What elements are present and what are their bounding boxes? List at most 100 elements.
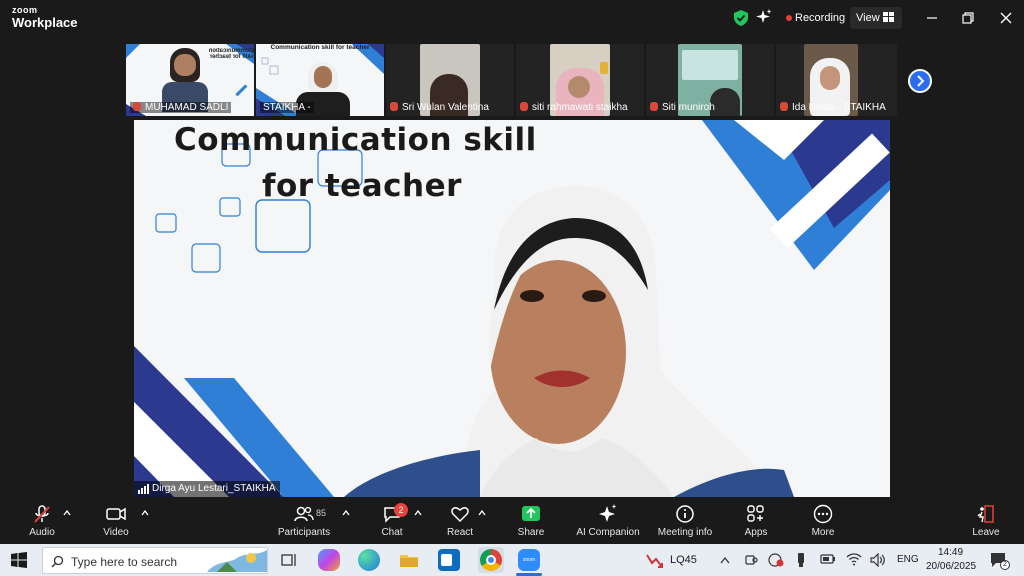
clock-date[interactable]: 20/06/2025 xyxy=(926,561,976,572)
participant-face xyxy=(314,66,332,88)
participants-count: 85 xyxy=(316,508,327,518)
audio-button[interactable]: Audio xyxy=(24,500,60,538)
participant-name: MUHAMAD SADLI xyxy=(145,102,229,113)
react-button[interactable]: React xyxy=(441,500,479,538)
edge-browser-icon[interactable] xyxy=(358,549,380,571)
leave-label: Leave xyxy=(972,527,1000,538)
active-speaker-name: Dirga Ayu Lestari_STAIKHA xyxy=(152,483,276,494)
muted-mic-icon xyxy=(650,102,658,111)
meet-now-icon[interactable] xyxy=(744,553,758,567)
volume-icon[interactable] xyxy=(870,553,886,567)
next-page-button[interactable] xyxy=(908,69,932,93)
close-icon[interactable] xyxy=(996,8,1016,28)
zoom-app-icon[interactable]: zoom xyxy=(518,549,540,571)
title-bar: zoom Workplace Recording View xyxy=(0,0,1024,36)
background-window xyxy=(682,50,738,80)
react-label: React xyxy=(446,527,474,538)
audio-label: Audio xyxy=(29,527,55,538)
clock-time[interactable]: 14:49 xyxy=(938,547,963,558)
participant-name: Ida Nudia - STAIKHA xyxy=(792,102,886,113)
recording-dot-icon xyxy=(786,15,792,21)
outlook-icon[interactable] xyxy=(438,549,460,571)
search-highlight-illustration-icon xyxy=(207,550,267,572)
show-hidden-icons-chevron-icon[interactable] xyxy=(720,556,730,564)
audio-options-chevron-icon[interactable] xyxy=(63,510,71,516)
mirrored-slide-title: Communication skill for teacher xyxy=(208,48,254,60)
usb-device-icon[interactable] xyxy=(796,552,806,568)
participants-options-chevron-icon[interactable] xyxy=(342,510,350,516)
muted-mic-icon xyxy=(390,102,398,111)
file-explorer-icon[interactable] xyxy=(398,549,420,571)
participant-thumbnail[interactable]: Sri Wulan Valentina xyxy=(386,44,514,116)
apps-button[interactable]: Apps xyxy=(738,500,774,538)
participant-thumbnail[interactable]: Communication skill for teacher MUHAMAD … xyxy=(126,44,254,116)
taskbar-search-box[interactable]: Type here to search xyxy=(42,547,268,574)
apps-grid-icon xyxy=(747,505,764,522)
chevron-right-icon xyxy=(917,75,925,87)
stock-ticker[interactable]: LQ45 xyxy=(670,554,697,566)
app-logo-top: zoom xyxy=(12,5,38,15)
background-object xyxy=(600,62,608,74)
notification-count-badge: 2 xyxy=(1000,560,1010,570)
encryption-shield-icon[interactable] xyxy=(734,10,748,26)
video-button[interactable]: Video xyxy=(96,500,136,538)
view-button[interactable]: View xyxy=(850,7,902,29)
battery-icon[interactable] xyxy=(820,553,836,565)
participant-name: Sri Wulan Valentina xyxy=(402,102,489,113)
stock-chart-icon[interactable] xyxy=(646,553,664,569)
chat-options-chevron-icon[interactable] xyxy=(414,510,422,516)
participant-face xyxy=(568,76,590,98)
video-label: Video xyxy=(103,527,129,538)
share-button[interactable]: Share xyxy=(512,500,550,538)
task-view-icon[interactable] xyxy=(278,549,300,571)
meeting-toolbar: Audio Video Participants 85 Chat 2 React… xyxy=(0,500,1024,544)
leave-button[interactable]: Leave xyxy=(966,500,1006,538)
participant-thumbnail[interactable]: Ida Nudia - STAIKHA xyxy=(776,44,897,116)
muted-mic-icon xyxy=(520,102,528,111)
search-placeholder: Type here to search xyxy=(71,555,178,569)
meeting-info-label: Meeting info xyxy=(657,527,713,538)
chat-label: Chat xyxy=(381,527,403,538)
participant-thumbnail[interactable]: Siti muniroh xyxy=(646,44,774,116)
wifi-icon[interactable] xyxy=(846,553,862,566)
chat-unread-badge: 2 xyxy=(394,503,408,517)
participant-name: siti rahmawati staikha xyxy=(532,102,628,113)
slide-title-line2: for teacher xyxy=(262,168,462,204)
more-label: More xyxy=(811,527,835,538)
copilot-icon[interactable] xyxy=(318,549,340,571)
video-camera-icon xyxy=(106,507,126,521)
search-icon xyxy=(51,555,64,568)
leave-door-icon xyxy=(977,505,994,523)
active-speaker-name-tag: Dirga Ayu Lestari_STAIKHA xyxy=(134,481,280,497)
participant-name: STAIKHA - xyxy=(263,102,311,113)
apps-label: Apps xyxy=(744,527,768,538)
ai-companion-sparkle-icon xyxy=(599,504,617,522)
ai-sparkle-icon[interactable] xyxy=(756,9,772,25)
antivirus-warning-icon[interactable] xyxy=(768,553,784,567)
participant-face xyxy=(820,66,840,90)
slide-background-graphic xyxy=(134,120,890,497)
participants-button[interactable]: Participants xyxy=(274,500,334,538)
heart-icon xyxy=(451,507,469,523)
active-speaker-video: Communication skill for teacher Dirga Ay… xyxy=(134,120,890,497)
slide-title-small: Communication skill for teacher xyxy=(270,44,370,51)
windows-start-icon[interactable] xyxy=(11,552,27,568)
restore-icon[interactable] xyxy=(958,8,978,28)
react-options-chevron-icon[interactable] xyxy=(478,510,486,516)
participants-label: Participants xyxy=(277,527,331,538)
video-options-chevron-icon[interactable] xyxy=(141,510,149,516)
info-icon xyxy=(676,505,694,523)
ai-companion-label: AI Companion xyxy=(576,527,640,538)
minimize-icon[interactable] xyxy=(922,8,942,28)
participant-thumbnail[interactable]: siti rahmawati staikha xyxy=(516,44,644,116)
grid-view-icon xyxy=(883,12,894,22)
ai-companion-button[interactable]: AI Companion xyxy=(572,500,644,538)
chrome-browser-icon[interactable] xyxy=(480,549,502,571)
input-language[interactable]: ENG xyxy=(897,554,919,565)
more-button[interactable]: More xyxy=(805,500,841,538)
recording-label[interactable]: Recording xyxy=(795,12,845,24)
meeting-info-button[interactable]: Meeting info xyxy=(652,500,718,538)
more-ellipsis-icon xyxy=(813,504,833,524)
participant-thumbnail-strip: Communication skill for teacher MUHAMAD … xyxy=(126,44,897,118)
participant-thumbnail[interactable]: Communication skill for teacher STAIKHA … xyxy=(256,44,384,116)
